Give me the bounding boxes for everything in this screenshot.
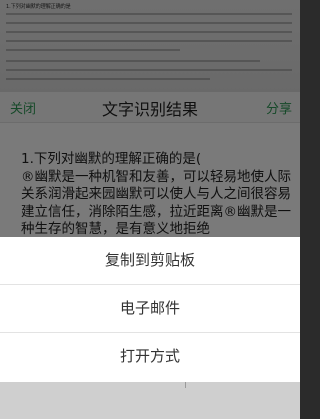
photo-text-line <box>6 22 292 24</box>
photo-text-line <box>6 40 292 42</box>
photo-text-line <box>6 31 292 33</box>
divider <box>185 382 186 388</box>
captured-photo: 1.下列对幽默的理解正确的是 <box>0 0 300 92</box>
ocr-result-text[interactable]: 1.下列对幽默的理解正确的是( ®幽默是一种机智和友善，可以轻易地使人际关系润滑… <box>21 151 294 239</box>
photo-text-line <box>6 13 292 15</box>
toolbar: 关闭 文字识别结果 分享 <box>0 92 300 123</box>
photo-text-line <box>6 60 260 62</box>
photo-text-line <box>6 49 180 51</box>
email-button[interactable]: 电子邮件 <box>0 285 300 333</box>
action-sheet: 复制到剪贴板 电子邮件 打开方式 <box>0 237 300 382</box>
photo-text-line <box>6 69 292 71</box>
share-button[interactable]: 分享 <box>266 98 292 117</box>
copy-to-clipboard-button[interactable]: 复制到剪贴板 <box>0 237 300 285</box>
photo-text-line: 1.下列对幽默的理解正确的是 <box>6 3 71 11</box>
open-with-button[interactable]: 打开方式 <box>0 333 300 380</box>
page-title: 文字识别结果 <box>101 100 198 119</box>
photo-text-line <box>6 78 210 80</box>
bottom-bar <box>0 382 300 419</box>
